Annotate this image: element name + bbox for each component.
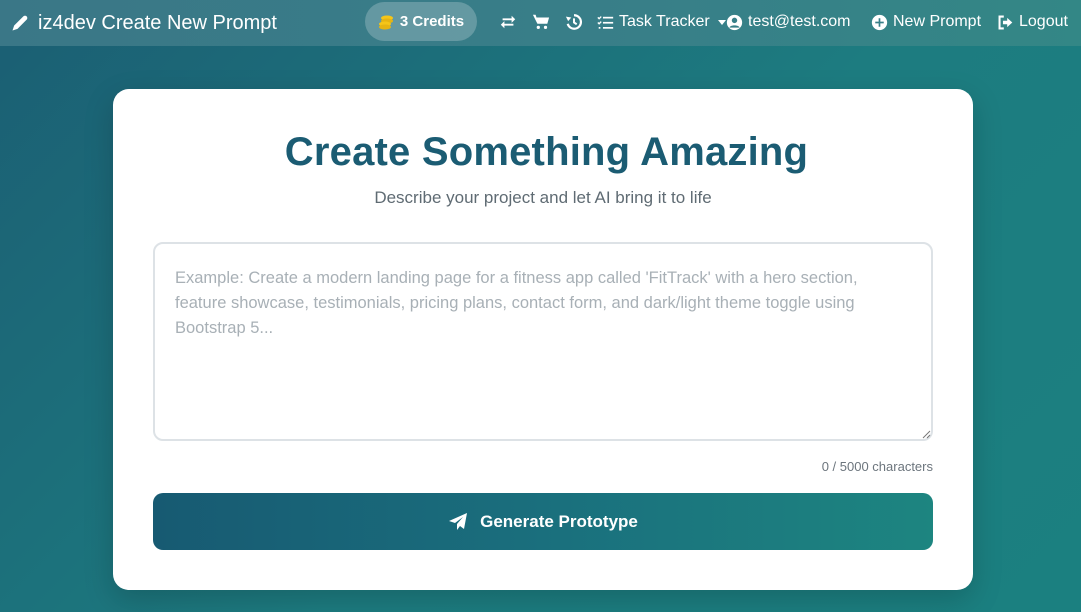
user-menu[interactable]: test@test.com — [726, 0, 851, 44]
user-circle-icon — [726, 14, 743, 30]
logout-label: Logout — [1019, 13, 1068, 30]
prompt-input[interactable] — [153, 242, 933, 441]
brand-title: iz4dev Create New Prompt — [38, 11, 277, 34]
cart-icon — [532, 14, 550, 30]
history-icon — [565, 14, 583, 30]
page-subtitle: Describe your project and let AI bring i… — [374, 188, 712, 207]
top-navbar: iz4dev Create New Prompt 3 Credits Task … — [0, 0, 1081, 46]
resize-handle-icon[interactable] — [921, 429, 931, 439]
generate-label: Generate Prototype — [480, 511, 638, 531]
page-title: Create Something Amazing — [284, 130, 809, 174]
repeat-icon — [500, 15, 516, 29]
character-counter: 0 / 5000 characters — [821, 459, 933, 474]
repeat-button[interactable] — [497, 11, 519, 33]
new-prompt-label: New Prompt — [893, 13, 982, 30]
user-email: test@test.com — [748, 13, 851, 30]
logout-icon — [998, 15, 1013, 29]
coins-icon — [378, 15, 393, 29]
pencil-icon — [12, 15, 28, 31]
paper-plane-icon — [449, 512, 468, 530]
history-button[interactable] — [563, 11, 585, 33]
task-tracker-dropdown[interactable]: Task Tracker — [597, 0, 726, 44]
list-check-icon — [597, 15, 614, 29]
generate-prototype-button[interactable]: Generate Prototype — [153, 493, 933, 550]
plus-circle-icon — [871, 14, 888, 30]
credits-label: 3 Credits — [399, 13, 465, 30]
credits-badge[interactable]: 3 Credits — [365, 2, 477, 41]
chevron-down-icon — [717, 19, 726, 25]
brand-link[interactable]: iz4dev Create New Prompt — [10, 0, 277, 46]
cart-button[interactable] — [530, 11, 552, 33]
new-prompt-link[interactable]: New Prompt — [871, 0, 981, 44]
task-tracker-label: Task Tracker — [619, 13, 710, 30]
logout-link[interactable]: Logout — [997, 0, 1068, 44]
